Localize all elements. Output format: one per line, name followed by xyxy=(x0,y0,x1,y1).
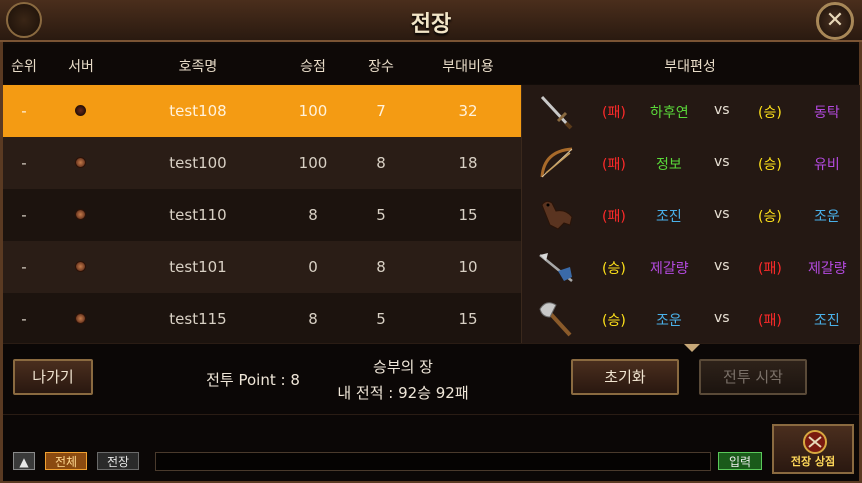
rank-cell: - xyxy=(21,258,27,276)
vs-label: vs xyxy=(714,258,730,274)
vs-label: vs xyxy=(714,102,730,118)
right-result: (승) xyxy=(758,105,782,121)
left-general: 조운 xyxy=(656,313,682,329)
left-result: (승) xyxy=(602,313,626,329)
title-bar: 전장 ✕ xyxy=(0,0,862,42)
left-general: 정보 xyxy=(656,157,682,173)
formation-panel: (승) 제갈량 vs (패) 제갈량 xyxy=(521,241,860,293)
spear-icon xyxy=(539,253,573,282)
points-cell: 100 xyxy=(298,102,328,120)
left-result: (승) xyxy=(602,261,626,277)
rank-cell: - xyxy=(21,154,27,172)
right-general: 조진 xyxy=(814,313,840,329)
server-icon xyxy=(75,105,86,116)
close-icon: ✕ xyxy=(825,8,845,33)
start-battle-button[interactable]: 전투 시작 xyxy=(699,359,807,395)
right-general: 동탁 xyxy=(814,105,840,121)
left-general: 제갈량 xyxy=(650,261,689,277)
table-header: 순위 서버 호족명 승점 장수 부대비용 부대편성 xyxy=(3,44,859,84)
formation-panel: (패) 조진 vs (승) 조운 xyxy=(521,189,860,241)
cost-cell: 10 xyxy=(458,258,478,276)
points-cell: 100 xyxy=(298,154,328,172)
left-result: (패) xyxy=(602,209,626,225)
table-row[interactable]: - test110 8 5 15 (패) 조진 vs (승) 조운 xyxy=(3,189,860,241)
table-row[interactable]: - test108 100 7 32 (패) 하후연 vs (승) 동탁 xyxy=(3,85,860,137)
cost-cell: 15 xyxy=(458,310,478,328)
cost-cell: 18 xyxy=(458,154,478,172)
header-server: 서버 xyxy=(68,59,94,75)
tab-all[interactable]: 전체 xyxy=(45,452,87,470)
chat-bar: ▲ 전체 전장 입력 전장 상점 xyxy=(3,414,859,481)
tab-battle[interactable]: 전장 xyxy=(97,452,139,470)
header-rank: 순위 xyxy=(11,59,37,75)
shop-label: 전장 상점 xyxy=(790,455,836,468)
left-result: (패) xyxy=(602,105,626,121)
chevron-down-icon[interactable] xyxy=(684,344,700,352)
generals-cell: 8 xyxy=(376,154,386,172)
formation-panel: (패) 정보 vs (승) 유비 xyxy=(521,137,860,189)
header-name: 호족명 xyxy=(178,59,218,75)
formation-panel: (승) 조운 vs (패) 조진 xyxy=(521,293,860,345)
rank-cell: - xyxy=(21,102,27,120)
table-row[interactable]: - test101 0 8 10 (승) 제갈량 vs (패) 제갈량 xyxy=(3,241,860,293)
name-cell: test115 xyxy=(169,310,227,328)
name-cell: test110 xyxy=(169,206,227,224)
window-title: 전장 xyxy=(410,12,452,37)
right-result: (패) xyxy=(758,261,782,277)
horse-icon xyxy=(541,200,573,230)
name-cell: test101 xyxy=(169,258,227,276)
cost-cell: 15 xyxy=(458,206,478,224)
sword-icon xyxy=(540,95,573,130)
table-row[interactable]: - test100 100 8 18 (패) 정보 vs (승) 유비 xyxy=(3,137,860,189)
cost-cell: 32 xyxy=(458,102,478,120)
triangle-up-icon: ▲ xyxy=(19,455,29,469)
left-result: (패) xyxy=(602,157,626,173)
points-cell: 8 xyxy=(308,206,318,224)
right-general: 조운 xyxy=(814,209,840,225)
generals-cell: 5 xyxy=(376,310,386,328)
right-general: 제갈량 xyxy=(808,261,847,277)
battle-shop-button[interactable]: 전장 상점 xyxy=(772,424,854,474)
server-icon xyxy=(75,157,86,168)
name-cell: test100 xyxy=(169,154,227,172)
points-cell: 0 xyxy=(308,258,318,276)
formation-panel: (패) 하후연 vs (승) 동탁 xyxy=(521,85,860,137)
chat-submit-button[interactable]: 입력 xyxy=(718,452,762,470)
right-result: (승) xyxy=(758,209,782,225)
vs-label: vs xyxy=(714,206,730,222)
server-icon xyxy=(75,313,86,324)
arena-name: 승부의 장 xyxy=(373,358,433,376)
header-points: 승점 xyxy=(300,59,326,75)
axe-icon xyxy=(539,302,572,337)
battle-record: 내 전적 : 92승 92패 xyxy=(337,384,469,402)
generals-cell: 7 xyxy=(376,102,386,120)
header-formation: 부대편성 xyxy=(664,59,716,75)
points-cell: 8 xyxy=(308,310,318,328)
header-cost: 부대비용 xyxy=(442,59,494,75)
chat-input[interactable] xyxy=(155,452,711,471)
exit-button[interactable]: 나가기 xyxy=(13,359,93,395)
name-cell: test108 xyxy=(169,102,227,120)
vs-label: vs xyxy=(714,154,730,170)
chat-expand-button[interactable]: ▲ xyxy=(13,452,35,470)
rank-cell: - xyxy=(21,310,27,328)
right-general: 유비 xyxy=(814,157,840,173)
header-generals: 장수 xyxy=(368,59,394,75)
right-result: (승) xyxy=(758,157,782,173)
rank-cell: - xyxy=(21,206,27,224)
vs-label: vs xyxy=(714,310,730,326)
left-general: 조진 xyxy=(656,209,682,225)
reset-button[interactable]: 초기화 xyxy=(571,359,679,395)
generals-cell: 5 xyxy=(376,206,386,224)
table-row[interactable]: - test115 8 5 15 (승) 조운 vs (패) 조진 xyxy=(3,293,860,345)
bow-icon xyxy=(540,147,573,178)
action-bar: 나가기 전투 Point : 8 승부의 장 내 전적 : 92승 92패 초기… xyxy=(3,343,859,414)
right-result: (패) xyxy=(758,313,782,329)
server-icon xyxy=(75,261,86,272)
generals-cell: 8 xyxy=(376,258,386,276)
close-button[interactable]: ✕ xyxy=(816,2,854,40)
left-general: 하후연 xyxy=(650,105,689,121)
server-icon xyxy=(75,209,86,220)
